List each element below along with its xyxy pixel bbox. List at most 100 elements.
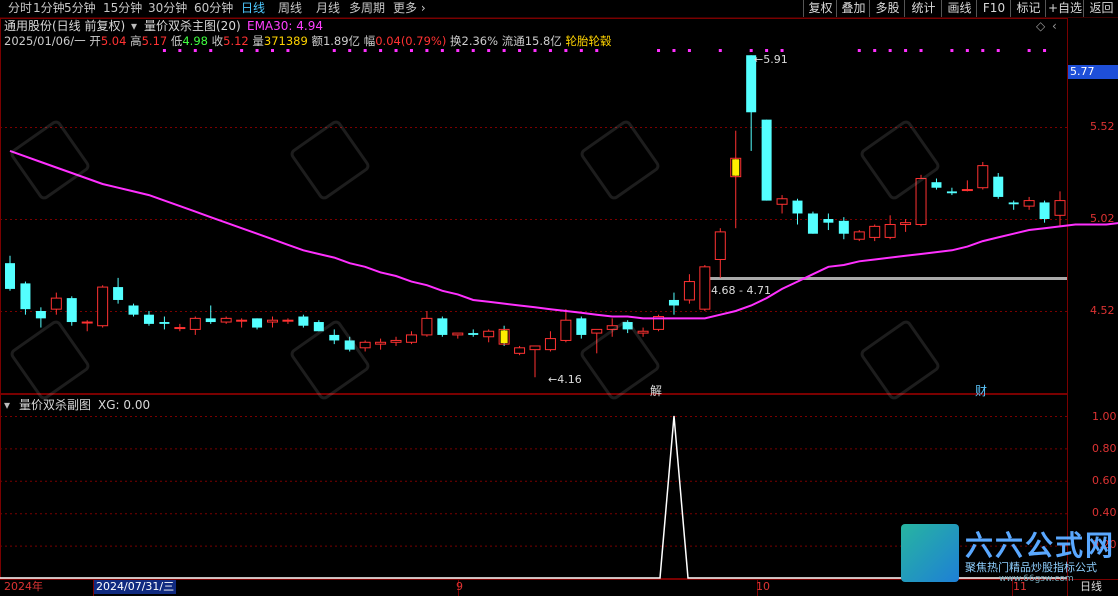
signal-dot — [502, 49, 506, 52]
candle-body — [143, 314, 154, 324]
candle-body — [514, 347, 526, 354]
signal-dot — [379, 49, 383, 52]
chevron-left-icon[interactable]: ‹ — [1052, 19, 1057, 34]
candle-body — [946, 191, 957, 194]
signal-dot — [363, 49, 367, 52]
signal-dot — [240, 49, 244, 52]
signal-dot — [996, 49, 1000, 52]
candle-body — [993, 176, 1004, 197]
brand-url: www.66gsw.com — [999, 574, 1074, 584]
signal-dot — [919, 49, 923, 52]
signal-dot — [425, 49, 429, 52]
candle-body — [159, 322, 170, 324]
candle-body — [823, 219, 834, 223]
signal-dot — [888, 49, 892, 52]
candle-body — [359, 341, 371, 349]
sub-tick: 0.60 — [1092, 474, 1117, 487]
price-tick: 4.52 — [1090, 304, 1115, 317]
candle-body — [622, 322, 633, 330]
x-label: 2024年 — [4, 580, 43, 593]
candle-body — [189, 317, 201, 330]
signal-dot — [409, 49, 413, 52]
candle-body — [931, 182, 942, 188]
signal-dot — [193, 49, 197, 52]
candle-body — [113, 287, 124, 300]
candle-body — [606, 325, 618, 330]
chart-canvas[interactable] — [0, 0, 1118, 596]
sub-tick: 0.40 — [1092, 506, 1117, 519]
candle-body — [560, 319, 572, 341]
signal-dot — [348, 49, 352, 52]
signal-dot — [780, 49, 784, 52]
candle-body — [884, 224, 896, 238]
candle-body — [298, 316, 309, 326]
candle-body — [576, 318, 587, 335]
signal-dot — [765, 49, 769, 52]
candle-body — [220, 317, 232, 323]
dropdown-icon[interactable]: ▾ — [4, 398, 10, 413]
candle-body — [961, 189, 973, 192]
signal-dot — [548, 49, 552, 52]
candle-body — [97, 286, 109, 327]
sub-tick: 1.00 — [1092, 410, 1117, 423]
ema-label: EMA30: 4.94 — [247, 19, 323, 33]
candle-body — [977, 165, 989, 189]
stock-title: 通用股份(日线 前复权) — [4, 19, 126, 33]
xg-value: XG: 0.00 — [98, 398, 151, 412]
indicator-title[interactable]: 量价双杀主图(20) — [144, 19, 241, 34]
signal-dot — [1027, 49, 1031, 52]
candle-body — [915, 178, 927, 226]
signal-dot — [178, 49, 182, 52]
sub-indicator-title[interactable]: 量价双杀副图 — [19, 398, 91, 413]
candle-body — [683, 281, 695, 301]
candle-highlight — [732, 159, 740, 176]
watermark-brand-logo: 六六公式网 聚焦热门精品炒股指标公式 www.66gsw.com — [899, 522, 1118, 586]
candle-body — [668, 299, 679, 306]
x-label: 9 — [456, 580, 463, 593]
signal-dot — [672, 49, 676, 52]
candle-body — [437, 318, 448, 335]
candle-body — [529, 345, 541, 351]
signal-dot — [564, 49, 568, 52]
candle-body — [236, 319, 248, 322]
candle-body — [1008, 202, 1019, 205]
candle-body — [174, 327, 186, 330]
candle-body — [838, 220, 849, 234]
dropdown-icon[interactable]: ▾ — [131, 19, 137, 34]
signal-dot — [271, 49, 274, 52]
signal-dot — [286, 49, 290, 52]
candle-highlight — [500, 330, 508, 344]
signal-dot — [595, 49, 599, 52]
diamond-icon[interactable]: ◇ — [1036, 19, 1045, 34]
signal-dot — [579, 49, 583, 52]
brand-slogan: 聚焦热门精品炒股指标公式 — [965, 561, 1097, 574]
signal-dot — [950, 49, 954, 52]
candle-body — [1023, 200, 1035, 207]
signal-dot — [687, 49, 691, 52]
low-annotation: ←4.16 — [548, 373, 582, 386]
candle-body — [853, 231, 865, 240]
candle-body — [807, 213, 818, 234]
candle-body — [5, 263, 15, 289]
candle-body — [205, 318, 216, 323]
signal-dot — [394, 49, 398, 52]
candle-body — [50, 297, 62, 310]
signal-dot — [749, 49, 753, 52]
signal-dot — [857, 49, 861, 52]
event-mark-unlock[interactable]: 解 — [650, 382, 662, 399]
brand-icon — [901, 524, 959, 582]
candle-body — [344, 340, 355, 350]
candle-body — [390, 339, 402, 343]
event-mark-finance[interactable]: 财 — [975, 382, 987, 399]
candle-body — [483, 330, 495, 338]
range-band — [708, 277, 1067, 280]
signal-dot — [332, 49, 336, 52]
x-cursor-date: 2024/07/31/三 — [94, 580, 177, 594]
ema30-line — [9, 149, 1118, 320]
signal-dot — [904, 49, 908, 52]
price-tick: 5.02 — [1090, 212, 1115, 225]
candle-body — [869, 225, 881, 238]
candle-body — [452, 332, 464, 336]
signal-dot — [162, 49, 166, 52]
candle-body — [1039, 202, 1050, 219]
